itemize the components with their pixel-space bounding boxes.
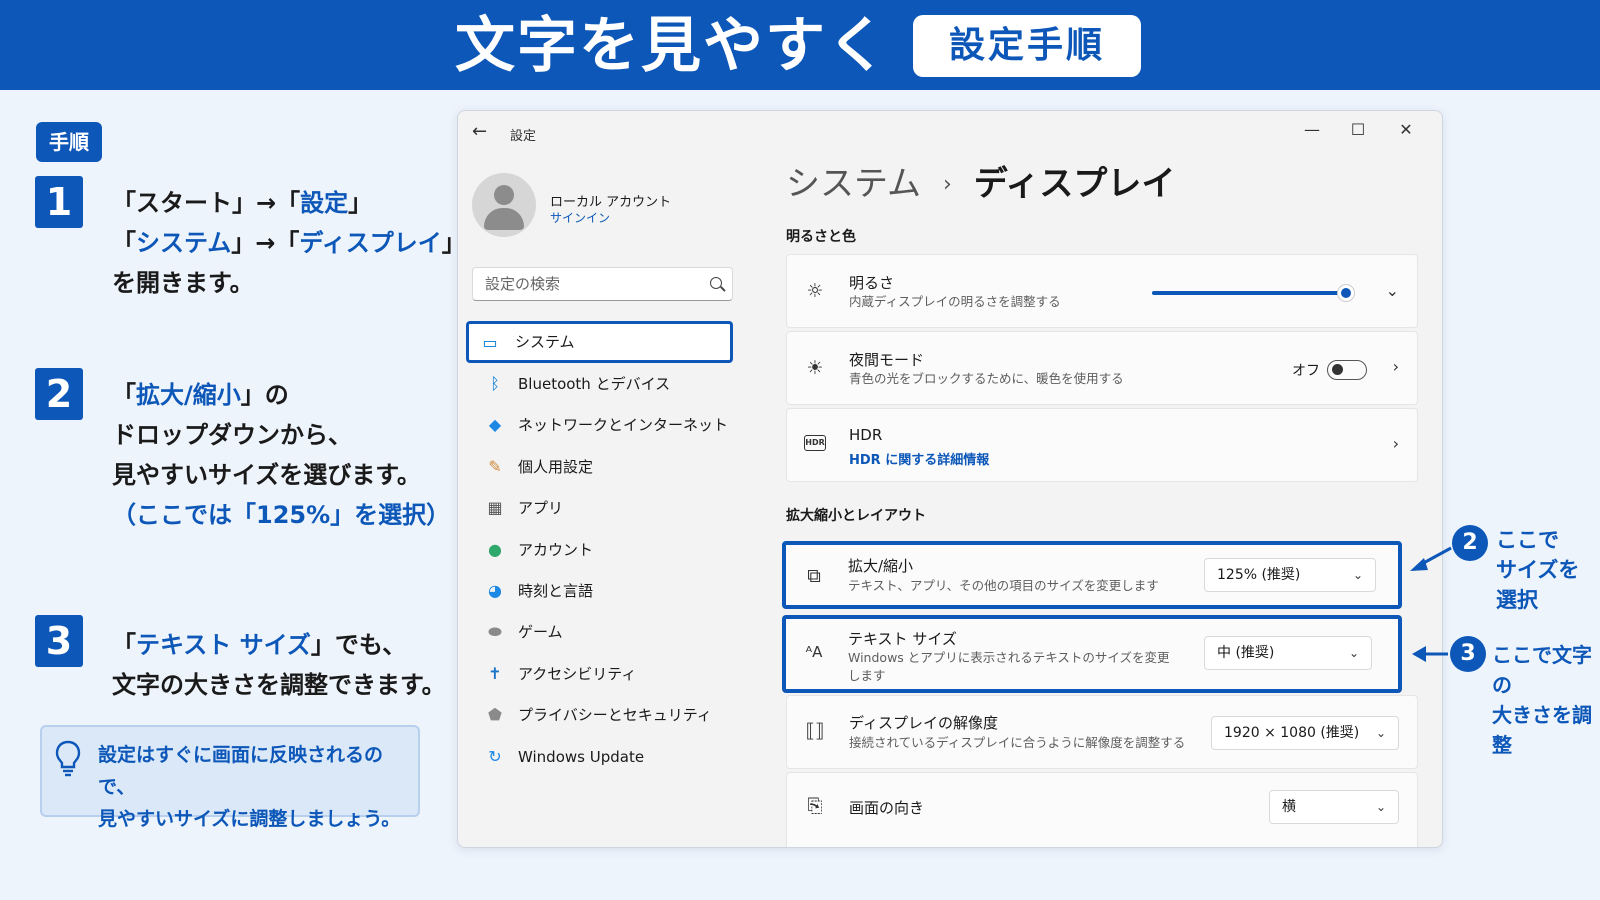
callout-arrows bbox=[1410, 546, 1452, 662]
callout-3-line-1: ここで文字の bbox=[1492, 643, 1592, 697]
callout-3-number: 3 bbox=[1450, 636, 1486, 672]
callout-2-text: ここで サイズを 選択 bbox=[1496, 525, 1579, 615]
callout-2-line-3: 選択 bbox=[1496, 588, 1538, 612]
callout-3-arrowhead bbox=[1412, 646, 1426, 662]
callout-2-number: 2 bbox=[1452, 525, 1488, 561]
callout-2-arrowhead bbox=[1410, 558, 1428, 571]
callout-2-line-2: サイズを bbox=[1496, 558, 1580, 582]
callout-3-text: ここで文字の 大きさを調整 bbox=[1492, 640, 1600, 760]
callout-2-line-1: ここで bbox=[1496, 528, 1559, 552]
callout-3-line-2: 大きさを調整 bbox=[1492, 703, 1592, 757]
